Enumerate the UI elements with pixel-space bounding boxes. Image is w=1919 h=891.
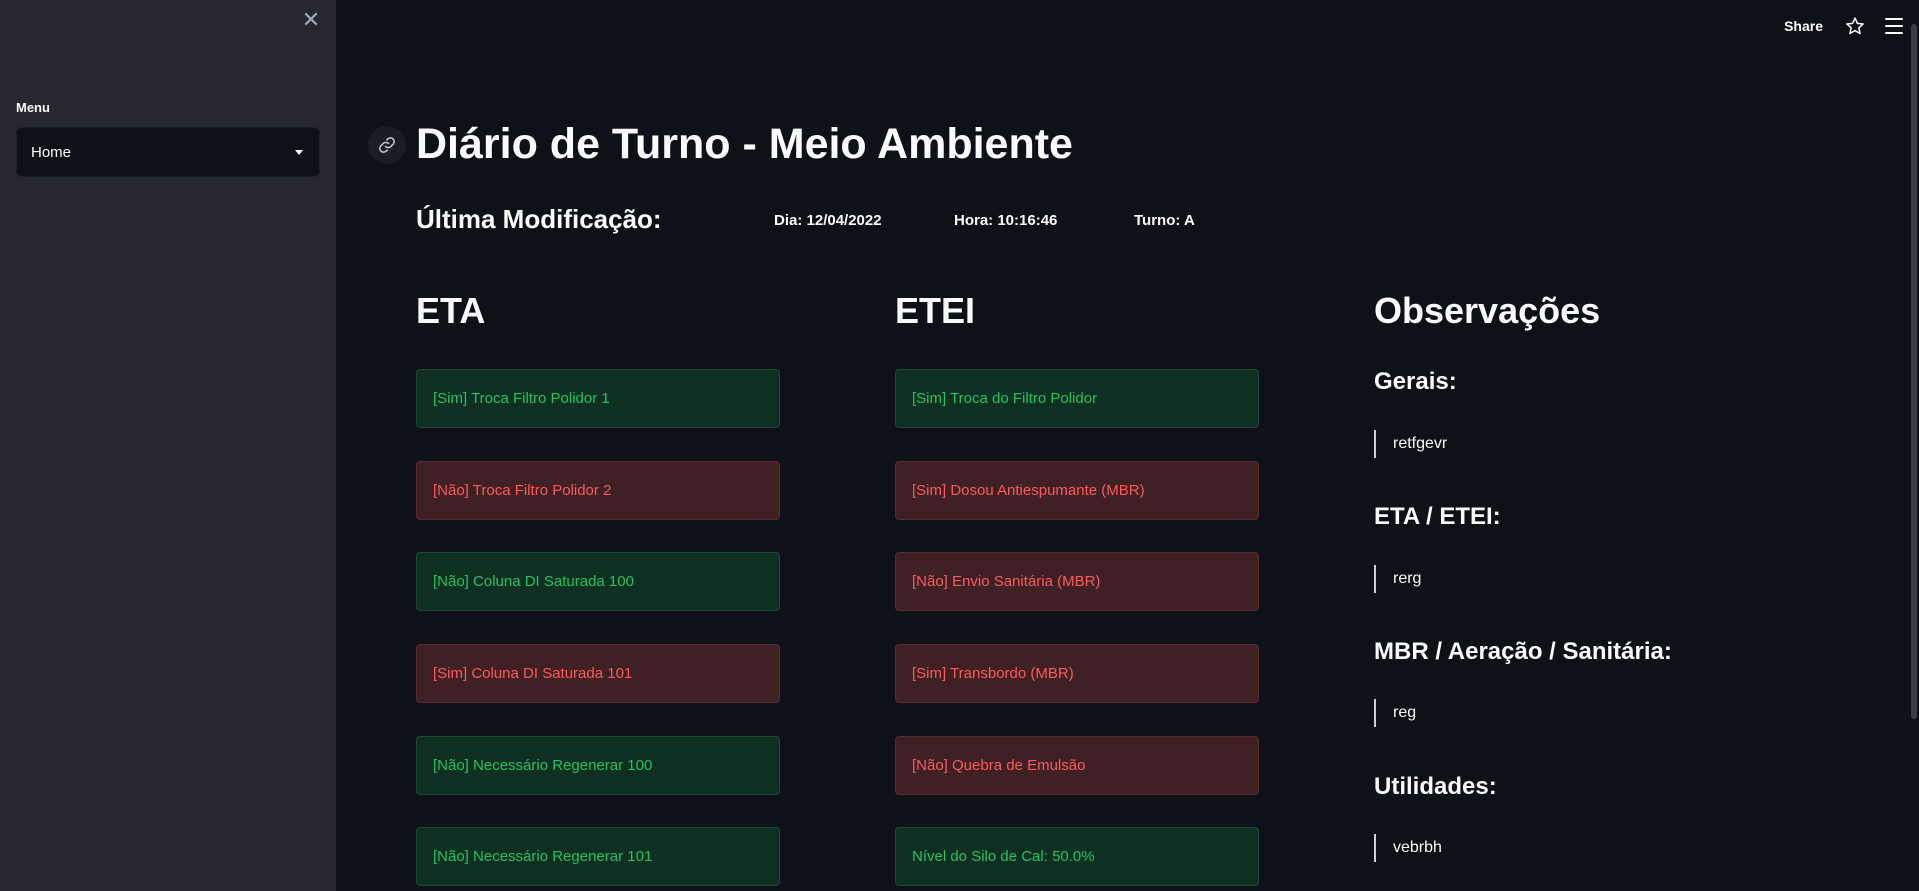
menu-select-value: Home [31,143,72,161]
eta-status-item: [Sim] Troca Filtro Polidor 1 [416,369,780,428]
sidebar: ✕ Menu Home [0,0,336,891]
etei-status-item: Nível do Silo de Cal: 50.0% [895,827,1259,886]
top-toolbar: Share [1784,14,1919,38]
etei-status-item: [Sim] Troca do Filtro Polidor [895,369,1259,428]
eta-status-item: [Não] Necessário Regenerar 101 [416,827,780,886]
observacoes-heading: Observações [1374,290,1601,331]
obs-mbr-text: reg [1374,699,1416,727]
etei-status-item: [Não] Envio Sanitária (MBR) [895,552,1259,611]
hamburger-menu-icon[interactable] [1885,18,1903,34]
obs-gerais-heading: Gerais: [1374,368,1457,395]
obs-utilidades-heading: Utilidades: [1374,773,1497,800]
eta-heading: ETA [416,290,486,331]
share-button[interactable]: Share [1784,18,1823,34]
eta-status-item: [Sim] Coluna DI Saturada 101 [416,644,780,703]
menu-select[interactable]: Home [16,127,320,177]
day-value: Dia: 12/04/2022 [774,212,882,229]
hour-value: Hora: 10:16:46 [954,212,1058,229]
obs-mbr-heading: MBR / Aeração / Sanitária: [1374,638,1672,665]
etei-status-item: [Sim] Transbordo (MBR) [895,644,1259,703]
chevron-down-icon [295,149,303,155]
last-modified-label: Última Modificação: [416,204,662,234]
shift-value: Turno: A [1134,212,1195,229]
etei-status-item: [Sim] Dosou Antiespumante (MBR) [895,461,1259,520]
page-title: Diário de Turno - Meio Ambiente [416,120,1073,168]
scrollbar[interactable] [1907,0,1919,891]
menu-label: Menu [16,100,50,115]
eta-status-item: [Não] Troca Filtro Polidor 2 [416,461,780,520]
scrollbar-thumb[interactable] [1911,24,1917,719]
link-icon[interactable] [368,126,406,164]
close-icon[interactable]: ✕ [300,10,322,32]
etei-status-item: [Não] Quebra de Emulsão [895,736,1259,795]
obs-eta-etei-text: rerg [1374,565,1421,593]
obs-gerais-text: retfgevr [1374,430,1447,458]
obs-eta-etei-heading: ETA / ETEI: [1374,503,1501,530]
etei-heading: ETEI [895,290,976,331]
eta-status-item: [Não] Coluna DI Saturada 100 [416,552,780,611]
eta-status-item: [Não] Necessário Regenerar 100 [416,736,780,795]
obs-utilidades-text: vebrbh [1374,834,1442,862]
star-icon[interactable] [1845,16,1865,36]
